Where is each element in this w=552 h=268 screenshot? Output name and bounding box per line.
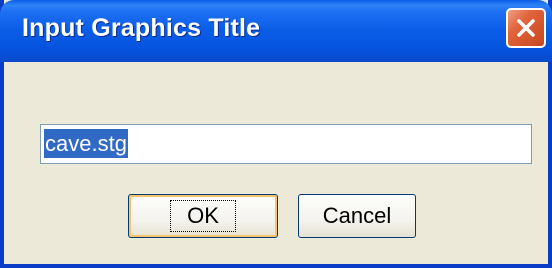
close-icon [517,19,535,37]
close-button[interactable] [506,8,546,48]
cancel-button[interactable]: Cancel [298,194,416,238]
window-title: Input Graphics Title [22,14,261,42]
cancel-button-label: Cancel [322,203,392,228]
ok-button-label: OK [170,200,236,232]
title-bar[interactable]: Input Graphics Title [0,0,552,62]
ok-button[interactable]: OK [128,194,278,238]
selected-text: cave.stg [44,129,128,158]
title-input[interactable]: cave.stg [40,124,532,164]
